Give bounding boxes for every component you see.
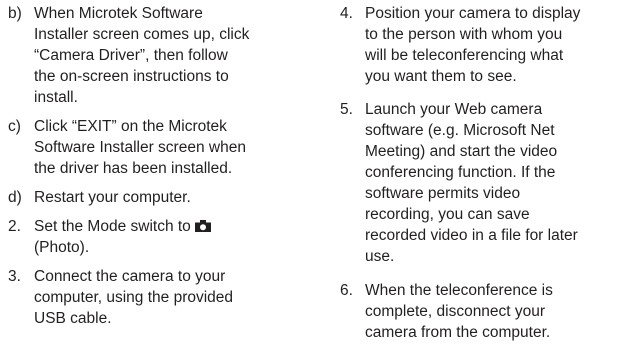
step-marker: 3. bbox=[8, 268, 21, 285]
step-text: Connect the camera to your computer, usi… bbox=[34, 268, 234, 327]
step-marker: c) bbox=[8, 118, 21, 135]
step-text: When the teleconference is complete, dis… bbox=[365, 282, 553, 341]
step-marker: b) bbox=[8, 5, 22, 22]
step-marker: 5. bbox=[340, 101, 353, 118]
step-marker: 2. bbox=[8, 218, 21, 235]
step-b: b) When Microtek Software Installer scre… bbox=[8, 3, 308, 108]
step-marker: 4. bbox=[340, 5, 353, 22]
left-column: b) When Microtek Software Installer scre… bbox=[8, 3, 308, 339]
step-text: When Microtek Software Installer screen … bbox=[34, 5, 250, 106]
step-3: 3. Connect the camera to your computer, … bbox=[8, 266, 308, 329]
step-text: Click “EXIT” on the Microtek Software In… bbox=[34, 118, 246, 177]
step-2: 2. Set the Mode switch to (Photo). bbox=[8, 216, 308, 258]
step-6: 6. When the teleconference is complete, … bbox=[340, 280, 626, 343]
step-d: d) Restart your computer. bbox=[8, 187, 308, 208]
step-5: 5. Launch your Web camera software (e.g.… bbox=[340, 99, 626, 267]
step-text: Position your camera to display to the p… bbox=[365, 5, 581, 85]
right-column: 4. Position your camera to display to th… bbox=[340, 3, 626, 353]
step-marker: 6. bbox=[340, 282, 353, 299]
manual-page: b) When Microtek Software Installer scre… bbox=[0, 0, 626, 353]
step-4: 4. Position your camera to display to th… bbox=[340, 3, 626, 87]
step-marker: d) bbox=[8, 189, 22, 206]
step-text: Launch your Web camera software (e.g. Mi… bbox=[365, 101, 578, 265]
camera-icon bbox=[195, 220, 212, 232]
step-text: Set the Mode switch to (Photo). bbox=[8, 216, 308, 258]
step-text: Restart your computer. bbox=[34, 189, 191, 206]
step-c: c) Click “EXIT” on the Microtek Software… bbox=[8, 116, 308, 179]
